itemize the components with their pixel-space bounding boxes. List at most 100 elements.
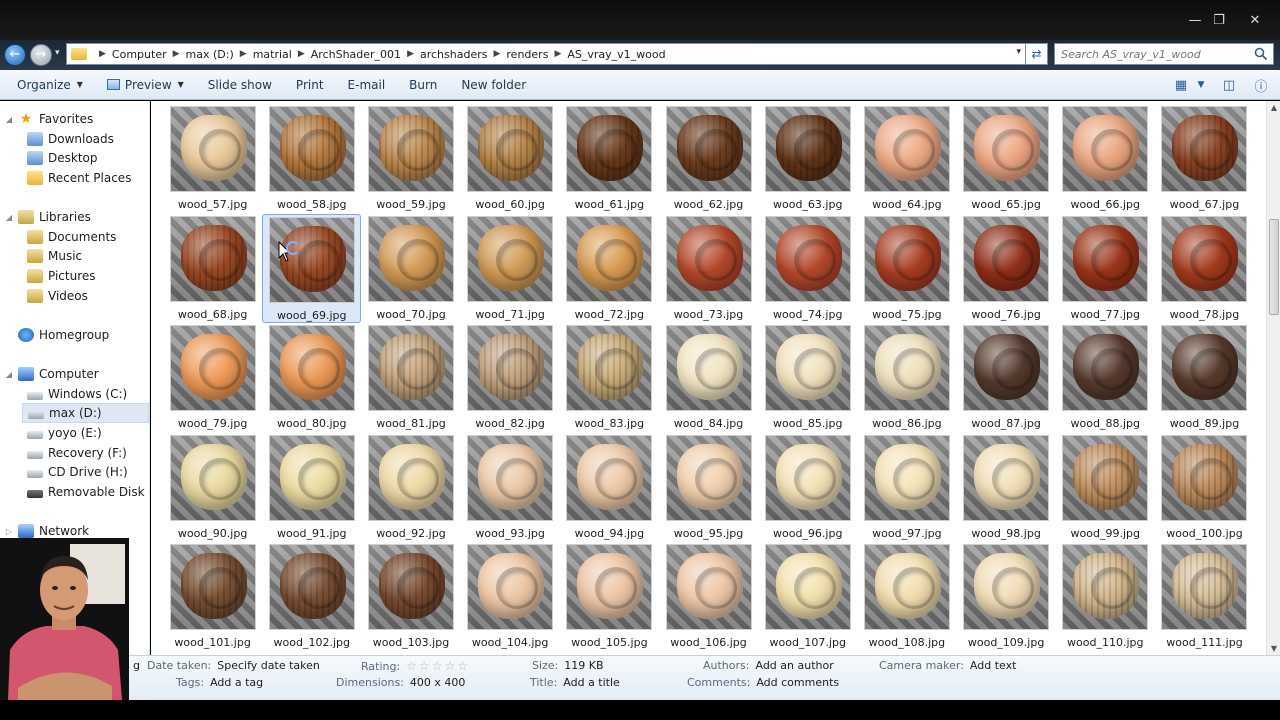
- file-thumbnail[interactable]: wood_85.jpg: [758, 323, 857, 433]
- file-thumbnail[interactable]: wood_75.jpg: [857, 214, 956, 324]
- print-button[interactable]: Print: [287, 78, 333, 92]
- file-thumbnail[interactable]: wood_65.jpg: [957, 104, 1056, 214]
- organize-menu[interactable]: Organize ▼: [8, 78, 92, 92]
- nav-item-desktop[interactable]: Desktop: [27, 148, 98, 168]
- file-thumbnail[interactable]: wood_107.jpg: [758, 542, 857, 652]
- file-thumbnail[interactable]: wood_110.jpg: [1056, 542, 1155, 652]
- scroll-up-icon[interactable]: ▲: [1267, 103, 1280, 112]
- file-thumbnail[interactable]: wood_67.jpg: [1155, 104, 1254, 214]
- file-thumbnail[interactable]: wood_96.jpg: [758, 433, 857, 543]
- file-thumbnail[interactable]: wood_73.jpg: [659, 214, 758, 324]
- nav-libraries[interactable]: ◢ Libraries: [0, 207, 91, 227]
- file-thumbnail[interactable]: wood_69.jpg: [262, 213, 362, 323]
- file-thumbnail[interactable]: wood_59.jpg: [361, 104, 460, 214]
- file-thumbnail[interactable]: wood_62.jpg: [659, 104, 758, 214]
- file-thumbnail[interactable]: wood_104.jpg: [461, 542, 560, 652]
- rating-field[interactable]: Rating: ☆☆☆☆☆: [361, 659, 470, 673]
- breadcrumb-item[interactable]: Computer ▶: [112, 48, 186, 61]
- breadcrumb-label[interactable]: archshaders: [420, 48, 488, 61]
- breadcrumb-label[interactable]: AS_vray_v1_wood: [567, 48, 665, 61]
- file-thumbnail[interactable]: wood_109.jpg: [957, 542, 1056, 652]
- file-thumbnail[interactable]: wood_82.jpg: [461, 323, 560, 433]
- file-thumbnail[interactable]: wood_81.jpg: [361, 323, 460, 433]
- scroll-down-icon[interactable]: ▼: [1267, 644, 1280, 653]
- file-thumbnail[interactable]: wood_78.jpg: [1155, 214, 1254, 324]
- file-thumbnail[interactable]: wood_93.jpg: [461, 433, 560, 543]
- file-thumbnail[interactable]: wood_98.jpg: [957, 433, 1056, 543]
- file-thumbnail[interactable]: wood_91.jpg: [262, 433, 361, 543]
- preview-menu[interactable]: Preview ▼: [98, 78, 193, 92]
- nav-computer[interactable]: ◢ Computer: [0, 364, 99, 384]
- expand-icon[interactable]: ◢: [0, 213, 18, 222]
- breadcrumb-label[interactable]: matrial: [253, 48, 292, 61]
- help-icon[interactable]: ⓘ: [1248, 76, 1274, 95]
- minimize-button[interactable]: —: [1184, 12, 1206, 30]
- file-thumbnail[interactable]: wood_80.jpg: [262, 323, 361, 433]
- file-thumbnail[interactable]: wood_95.jpg: [659, 433, 758, 543]
- breadcrumb-label[interactable]: Computer: [112, 48, 167, 61]
- preview-pane-icon[interactable]: ◫: [1216, 78, 1242, 93]
- breadcrumb-item[interactable]: AS_vray_v1_wood: [567, 48, 665, 61]
- nav-item-removable-disk-i[interactable]: Removable Disk (I:): [27, 482, 149, 502]
- view-options-icon[interactable]: ▦: [1168, 78, 1194, 93]
- scroll-thumb[interactable]: [1269, 219, 1279, 315]
- file-thumbnail[interactable]: wood_86.jpg: [857, 323, 956, 433]
- slideshow-button[interactable]: Slide show: [199, 78, 281, 92]
- camera-maker-value[interactable]: Add text: [970, 659, 1017, 672]
- tags-value[interactable]: Add a tag: [210, 676, 263, 689]
- breadcrumb-item[interactable]: matrial ▶: [253, 48, 311, 61]
- file-thumbnail[interactable]: wood_66.jpg: [1056, 104, 1155, 214]
- nav-item-downloads[interactable]: Downloads: [27, 129, 114, 149]
- nav-item-videos[interactable]: Videos: [27, 286, 88, 306]
- file-thumbnail[interactable]: wood_70.jpg: [361, 214, 460, 324]
- search-input[interactable]: [1061, 47, 1247, 61]
- forward-button[interactable]: →: [30, 44, 52, 66]
- file-thumbnail[interactable]: wood_94.jpg: [560, 433, 659, 543]
- file-thumbnail[interactable]: wood_61.jpg: [560, 104, 659, 214]
- breadcrumb-chevron-icon[interactable]: ▶: [493, 49, 500, 59]
- email-button[interactable]: E-mail: [339, 78, 395, 92]
- file-thumbnail[interactable]: wood_108.jpg: [857, 542, 956, 652]
- tags-field[interactable]: Tags: Add a tag: [176, 676, 263, 689]
- date-taken-field[interactable]: Date taken: Specify date taken: [147, 659, 320, 672]
- file-thumbnail[interactable]: wood_79.jpg: [163, 323, 262, 433]
- breadcrumb-chevron-icon[interactable]: ▶: [554, 49, 561, 59]
- breadcrumb-chevron-icon[interactable]: ▶: [240, 49, 247, 59]
- breadcrumb-chevron-icon[interactable]: ▶: [407, 49, 414, 59]
- rating-stars[interactable]: ☆☆☆☆☆: [406, 659, 470, 673]
- nav-item-documents[interactable]: Documents: [27, 227, 116, 247]
- back-button[interactable]: ←: [4, 44, 26, 66]
- file-thumbnail[interactable]: wood_76.jpg: [957, 214, 1056, 324]
- file-thumbnail[interactable]: wood_74.jpg: [758, 214, 857, 324]
- file-thumbnail[interactable]: wood_71.jpg: [461, 214, 560, 324]
- authors-field[interactable]: Authors: Add an author: [703, 659, 834, 672]
- breadcrumb-chevron-icon[interactable]: ▶: [99, 49, 106, 59]
- expand-icon[interactable]: ▷: [0, 527, 18, 536]
- nav-item-music[interactable]: Music: [27, 246, 82, 266]
- camera-maker-field[interactable]: Camera maker: Add text: [879, 659, 1016, 672]
- file-thumbnail[interactable]: wood_90.jpg: [163, 433, 262, 543]
- file-thumbnail[interactable]: wood_60.jpg: [461, 104, 560, 214]
- breadcrumb-label[interactable]: max (D:): [186, 48, 234, 61]
- file-thumbnail[interactable]: wood_84.jpg: [659, 323, 758, 433]
- file-thumbnail[interactable]: wood_77.jpg: [1056, 214, 1155, 324]
- breadcrumb-label[interactable]: ArchShader_001: [311, 48, 401, 61]
- file-thumbnail[interactable]: wood_68.jpg: [163, 214, 262, 324]
- file-thumbnail[interactable]: wood_101.jpg: [163, 542, 262, 652]
- recent-pages-dropdown[interactable]: ▾: [55, 48, 60, 58]
- comments-value[interactable]: Add comments: [756, 676, 839, 689]
- nav-item-yoyo-e[interactable]: yoyo (E:): [27, 423, 102, 443]
- file-thumbnail[interactable]: wood_99.jpg: [1056, 433, 1155, 543]
- nav-item-pictures[interactable]: Pictures: [27, 266, 96, 286]
- file-thumbnail[interactable]: wood_57.jpg: [163, 104, 262, 214]
- breadcrumb-chevron-icon[interactable]: ▶: [298, 49, 305, 59]
- file-thumbnail[interactable]: wood_97.jpg: [857, 433, 956, 543]
- file-thumbnail[interactable]: wood_106.jpg: [659, 542, 758, 652]
- chevron-down-icon[interactable]: ▼: [1194, 80, 1208, 90]
- breadcrumb-label[interactable]: renders: [506, 48, 548, 61]
- title-value[interactable]: Add a title: [563, 676, 620, 689]
- refresh-button[interactable]: ⇄: [1026, 43, 1048, 65]
- breadcrumb-item[interactable]: archshaders ▶: [420, 48, 506, 61]
- nav-favorites[interactable]: ◢ ★ Favorites: [0, 109, 93, 129]
- file-thumbnail[interactable]: wood_103.jpg: [361, 542, 460, 652]
